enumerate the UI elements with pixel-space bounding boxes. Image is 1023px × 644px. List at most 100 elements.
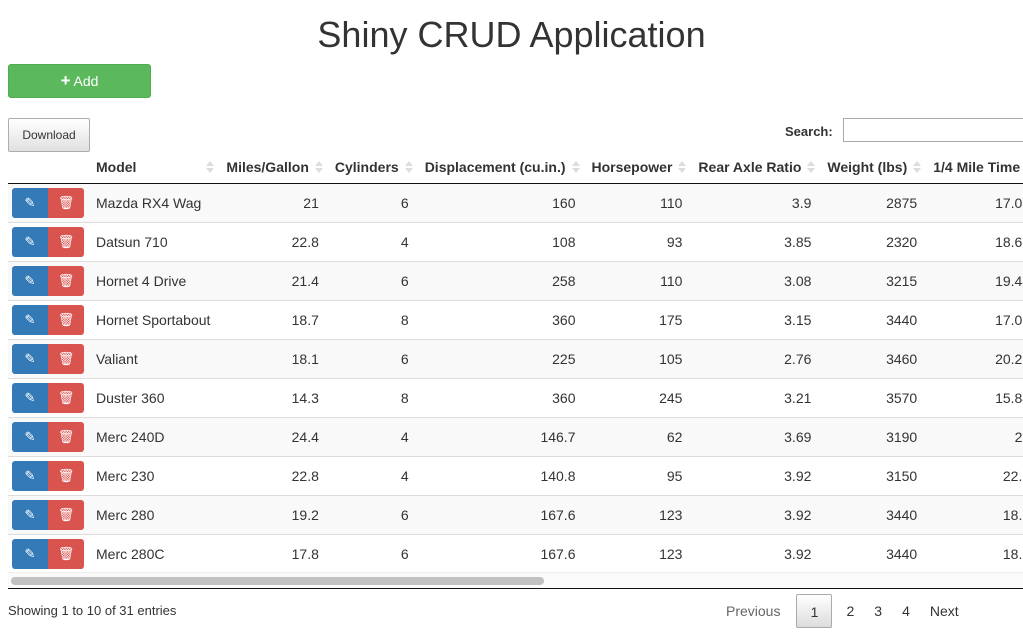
- cell-value: 2320: [819, 221, 926, 261]
- column-header[interactable]: Weight (lbs): [819, 152, 926, 184]
- trash-icon: 🗑︎: [57, 506, 75, 522]
- sort-icon[interactable]: [678, 161, 687, 175]
- edit-button[interactable]: ✎: [12, 226, 48, 257]
- cell-value: 8: [326, 299, 417, 339]
- pagination-page-1[interactable]: 1: [796, 594, 833, 628]
- cell-model: Mazda RX4 Wag: [88, 182, 219, 222]
- delete-button[interactable]: 🗑︎: [48, 499, 84, 530]
- table-row: ✎🗑︎Valiant18.162251052.76346020.22S: [8, 338, 1023, 378]
- edit-button[interactable]: ✎: [12, 265, 48, 296]
- cell-value: 18.61: [925, 221, 1023, 261]
- pagination-next[interactable]: Next: [920, 594, 969, 628]
- delete-button[interactable]: 🗑︎: [48, 265, 84, 296]
- column-header[interactable]: Cylinders: [326, 152, 417, 184]
- table-info: Showing 1 to 10 of 31 entries: [8, 603, 177, 618]
- column-header[interactable]: Displacement (cu.in.): [416, 152, 584, 184]
- cell-value: 14.3: [218, 377, 327, 417]
- cell-model: Hornet 4 Drive: [88, 260, 219, 300]
- cell-value: 146.7: [416, 416, 584, 456]
- cell-value: 160: [416, 182, 584, 222]
- cell-model: Merc 240D: [88, 416, 219, 456]
- column-header-label: 1/4 Mile Time: [933, 159, 1021, 176]
- cell-value: 6: [326, 338, 417, 378]
- cell-value: 24.4: [218, 416, 327, 456]
- pagination-page-3[interactable]: 3: [864, 594, 892, 628]
- column-header-label: Weight (lbs): [827, 159, 908, 176]
- row-action-group: ✎ 🗑︎: [12, 343, 84, 374]
- column-header[interactable]: 1/4 Mile Time: [925, 152, 1023, 184]
- column-header[interactable]: Rear Axle Ratio: [690, 152, 820, 184]
- add-button[interactable]: + Add: [8, 64, 151, 98]
- cell-value: 4: [326, 416, 417, 456]
- cell-value: 95: [583, 455, 691, 495]
- row-action-group: ✎ 🗑︎: [12, 538, 84, 569]
- trash-icon: 🗑︎: [57, 272, 75, 288]
- cell-value: 108: [416, 221, 584, 261]
- cell-value: 6: [326, 260, 417, 300]
- cell-value: 20.22: [925, 338, 1023, 378]
- edit-button[interactable]: ✎: [12, 421, 48, 452]
- cell-value: 18.1: [218, 338, 327, 378]
- cell-value: 22.8: [218, 221, 327, 261]
- table-row: ✎🗑︎Merc 240D24.44146.7623.69319020S: [8, 416, 1023, 456]
- column-header[interactable]: Horsepower: [583, 152, 691, 184]
- cell-model: Valiant: [88, 338, 219, 378]
- cell-value: 8: [326, 377, 417, 417]
- cell-value: 123: [583, 494, 691, 534]
- delete-button[interactable]: 🗑︎: [48, 226, 84, 257]
- row-actions: ✎ 🗑︎: [8, 533, 88, 573]
- edit-button[interactable]: ✎: [12, 187, 48, 218]
- edit-button[interactable]: ✎: [12, 343, 48, 374]
- sort-icon[interactable]: [314, 161, 323, 175]
- cell-value: 167.6: [416, 494, 584, 534]
- cell-value: 360: [416, 377, 584, 417]
- cell-value: 62: [583, 416, 691, 456]
- edit-button[interactable]: ✎: [12, 460, 48, 491]
- cell-model: Duster 360: [88, 377, 219, 417]
- sort-icon[interactable]: [913, 161, 922, 175]
- delete-button[interactable]: 🗑︎: [48, 343, 84, 374]
- row-action-group: ✎ 🗑︎: [12, 421, 84, 452]
- sort-icon[interactable]: [807, 161, 816, 175]
- edit-button[interactable]: ✎: [12, 499, 48, 530]
- cell-value: 3570: [819, 377, 926, 417]
- sort-icon[interactable]: [206, 161, 215, 175]
- delete-button[interactable]: 🗑︎: [48, 538, 84, 569]
- row-actions: ✎ 🗑︎: [8, 182, 88, 222]
- delete-button[interactable]: 🗑︎: [48, 382, 84, 413]
- delete-button[interactable]: 🗑︎: [48, 187, 84, 218]
- delete-button[interactable]: 🗑︎: [48, 460, 84, 491]
- edit-button[interactable]: ✎: [12, 538, 48, 569]
- pagination-page-2[interactable]: 2: [836, 594, 864, 628]
- cell-value: 175: [583, 299, 691, 339]
- cell-model: Datsun 710: [88, 221, 219, 261]
- search-input[interactable]: [843, 118, 1023, 142]
- cell-value: 21.4: [218, 260, 327, 300]
- horizontal-scrollbar[interactable]: [8, 572, 1023, 589]
- cell-value: 17.02: [925, 299, 1023, 339]
- edit-icon: ✎: [24, 428, 36, 444]
- cell-value: 3.21: [690, 377, 820, 417]
- sort-icon[interactable]: [404, 161, 413, 175]
- column-header-label: Horsepower: [591, 159, 673, 176]
- pagination-previous[interactable]: Previous: [716, 594, 790, 628]
- column-header[interactable]: Model: [88, 152, 219, 184]
- table-row: ✎🗑︎Merc 280C17.86167.61233.92344018.9S: [8, 533, 1023, 573]
- pagination: Previous 1 2 3 4 Next: [716, 594, 969, 628]
- row-actions: ✎ 🗑︎: [8, 455, 88, 495]
- cell-value: 3440: [819, 494, 926, 534]
- pagination-page-4[interactable]: 4: [892, 594, 920, 628]
- scrollbar-thumb[interactable]: [11, 577, 544, 585]
- sort-icon[interactable]: [571, 161, 580, 175]
- cell-value: 110: [583, 260, 691, 300]
- delete-button[interactable]: 🗑︎: [48, 421, 84, 452]
- download-button[interactable]: Download: [8, 118, 90, 152]
- delete-button[interactable]: 🗑︎: [48, 304, 84, 335]
- edit-button[interactable]: ✎: [12, 382, 48, 413]
- row-actions: ✎ 🗑︎: [8, 260, 88, 300]
- cell-value: 19.2: [218, 494, 327, 534]
- column-header[interactable]: Miles/Gallon: [218, 152, 327, 184]
- row-actions: ✎ 🗑︎: [8, 377, 88, 417]
- edit-icon: ✎: [24, 272, 36, 288]
- edit-button[interactable]: ✎: [12, 304, 48, 335]
